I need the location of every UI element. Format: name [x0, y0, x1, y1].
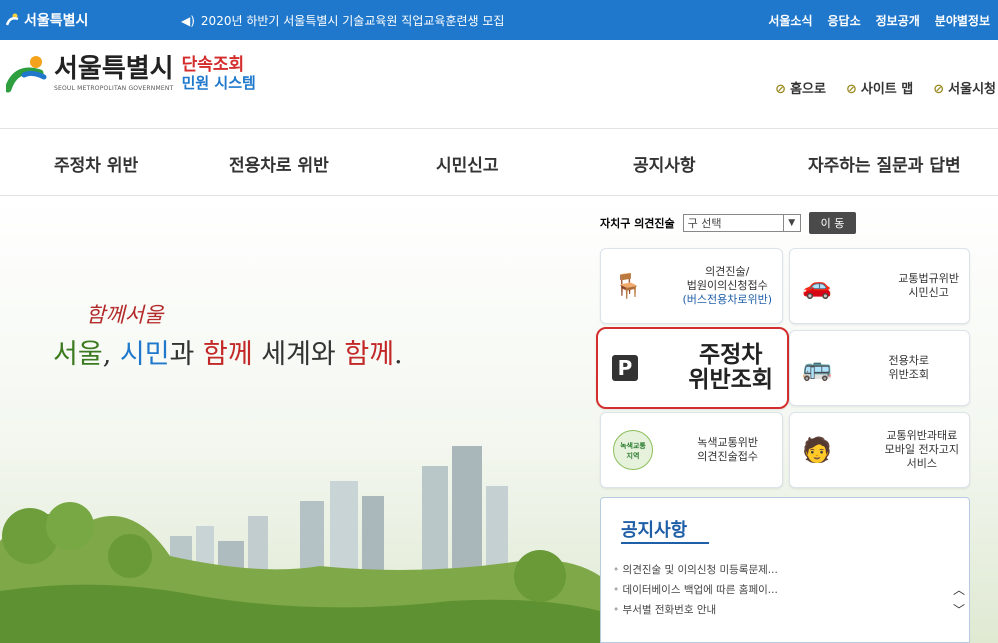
- card-line: 전용차로: [888, 354, 929, 367]
- card-line: 교통위반과태료: [886, 429, 958, 442]
- link-eungdapso[interactable]: 응답소: [828, 12, 861, 29]
- city-skyline-illustration: [0, 446, 600, 643]
- card-line: 교통법규위반: [898, 272, 959, 285]
- card-line: 주정차: [698, 342, 763, 368]
- seoul-logo-icon: [6, 56, 47, 93]
- nav-parking-violation[interactable]: 주정차 위반: [54, 151, 138, 176]
- circle-check-icon: ⊘: [845, 82, 857, 97]
- card-line: 녹색교통위반: [697, 436, 758, 449]
- link-cityhall[interactable]: ⊘ 서울시청: [933, 78, 996, 97]
- card-parking-violation-lookup[interactable]: P 주정차 위반조회: [596, 327, 789, 409]
- speaker-icon: ◀): [181, 13, 195, 28]
- notice-panel: 공지사항 의견진술 및 이의신청 미등록문제... 데이터베이스 백업에 따른 …: [600, 497, 970, 643]
- notice-item[interactable]: 부서별 전화번호 안내: [613, 600, 778, 620]
- link-sitemap[interactable]: ⊘ 사이트 맵: [846, 78, 913, 97]
- link-home[interactable]: ⊘ 홈으로: [775, 78, 826, 97]
- card-text: 교통위반과태료 모바일 전자고지 서비스: [885, 429, 959, 471]
- link-home-label: 홈으로: [790, 82, 826, 97]
- card-text: 교통법규위반 시민신고: [898, 272, 959, 300]
- bus-icon: 🚌: [802, 354, 832, 382]
- notice-item[interactable]: 의견진술 및 이의신청 미등록문제...: [613, 560, 778, 580]
- notice-item[interactable]: 데이터베이스 백업에 따른 홈페이...: [613, 580, 778, 600]
- circle-check-icon: ⊘: [933, 82, 945, 97]
- nav-notices[interactable]: 공지사항: [633, 151, 696, 176]
- link-sitemap-label: 사이트 맵: [860, 82, 914, 97]
- nav-faq[interactable]: 자주하는 질문과 답변: [808, 151, 961, 176]
- system-title-line2: 민원 시스템: [181, 74, 256, 92]
- top-notice-text: 2020년 하반기 서울특별시 기술교육원 직업교육훈련생 모집: [200, 14, 505, 28]
- top-bar: 서울특별시 ◀) 2020년 하반기 서울특별시 기술교육원 직업교육훈련생 모…: [0, 0, 998, 40]
- card-traffic-citizen-report[interactable]: 🚗 교통법규위반 시민신고: [789, 248, 970, 324]
- card-line: 위반조회: [688, 367, 773, 393]
- card-line: 위반조회: [888, 368, 929, 381]
- card-line: 시민신고: [908, 286, 949, 299]
- badge-line: 녹색교통: [620, 442, 646, 450]
- circle-check-icon: ⊘: [775, 82, 787, 97]
- system-title-line1: 단속조회: [181, 55, 245, 75]
- card-line: (버스전용차로위반): [682, 293, 772, 306]
- person-icon: 🧑: [802, 436, 832, 464]
- district-select[interactable]: 구 선택 ▼: [682, 214, 801, 232]
- system-title: 단속조회 민원 시스템: [182, 55, 256, 92]
- card-line: 모바일 전자고지: [884, 443, 959, 456]
- green-traffic-zone-icon: 녹색교통 지역: [613, 430, 653, 470]
- card-line: 의견진술접수: [697, 450, 758, 463]
- card-line: 의견진술/: [705, 265, 750, 278]
- chevron-up-icon[interactable]: ︿: [953, 581, 965, 598]
- link-seoul-news[interactable]: 서울소식: [768, 12, 812, 29]
- card-line: 서비스: [906, 457, 938, 470]
- card-text: 주정차 위반조회: [688, 343, 773, 393]
- parking-icon: P: [612, 355, 638, 381]
- link-cityhall-label: 서울시청: [948, 82, 996, 97]
- seoul-home-link[interactable]: 서울특별시: [6, 10, 88, 30]
- link-field-info[interactable]: 분야별정보: [935, 12, 990, 29]
- notice-list: 의견진술 및 이의신청 미등록문제... 데이터베이스 백업에 따른 홈페이..…: [613, 560, 778, 620]
- logo-sub: SEOUL METROPOLITAN GOVERNMENT: [54, 85, 174, 92]
- car-icon: 🚗: [802, 272, 832, 300]
- notice-title-underline: [621, 542, 709, 544]
- badge-line: 지역: [626, 452, 640, 460]
- go-button[interactable]: 이 동: [808, 212, 857, 234]
- nav-bus-lane-violation[interactable]: 전용차로 위반: [229, 151, 329, 176]
- card-text: 의견진술/ 법원이의신청접수 (버스전용차로위반): [682, 265, 772, 307]
- site-logo[interactable]: 서울특별시 SEOUL METROPOLITAN GOVERNMENT 단속조회…: [6, 55, 256, 95]
- card-green-traffic-opinion[interactable]: 녹색교통 지역 녹색교통위반 의견진술접수: [600, 412, 783, 488]
- card-text: 전용차로 위반조회: [889, 354, 929, 382]
- top-links: 서울소식 응답소 정보공개 분야별정보: [768, 12, 990, 29]
- main-nav: 주정차 위반 전용차로 위반 시민신고 공지사항 자주하는 질문과 답변: [0, 129, 998, 196]
- util-links: ⊘ 홈으로 ⊘ 사이트 맵 ⊘ 서울시청: [775, 78, 996, 97]
- home-label: 서울특별시: [24, 13, 89, 29]
- card-line: 법원이의신청접수: [686, 279, 768, 292]
- chevron-down-icon[interactable]: ﹀: [953, 601, 965, 618]
- chevron-down-icon: ▼: [782, 215, 800, 231]
- district-select-value: 구 선택: [687, 217, 722, 230]
- card-mobile-notice-service[interactable]: 🧑 교통위반과태료 모바일 전자고지 서비스: [789, 412, 970, 488]
- notice-title[interactable]: 공지사항: [621, 516, 687, 542]
- desk-person-icon: 🪑: [613, 272, 643, 300]
- logo-name: 서울특별시: [54, 54, 174, 84]
- district-opinion-label: 자치구 의견진술: [600, 217, 675, 230]
- top-notice[interactable]: ◀) 2020년 하반기 서울특별시 기술교육원 직업교육훈련생 모집: [181, 12, 504, 29]
- nav-citizen-report[interactable]: 시민신고: [436, 151, 499, 176]
- card-bus-lane-lookup[interactable]: 🚌 전용차로 위반조회: [789, 330, 970, 406]
- header: 서울특별시 SEOUL METROPOLITAN GOVERNMENT 단속조회…: [0, 40, 998, 129]
- card-opinion-court-appeal[interactable]: 🪑 의견진술/ 법원이의신청접수 (버스전용차로위반): [600, 248, 783, 324]
- seoul-logo-icon: [6, 13, 19, 26]
- district-opinion-bar: 자치구 의견진술 구 선택 ▼ 이 동: [600, 210, 970, 236]
- link-info-open[interactable]: 정보공개: [876, 12, 920, 29]
- card-text: 녹색교통위반 의견진술접수: [697, 436, 758, 464]
